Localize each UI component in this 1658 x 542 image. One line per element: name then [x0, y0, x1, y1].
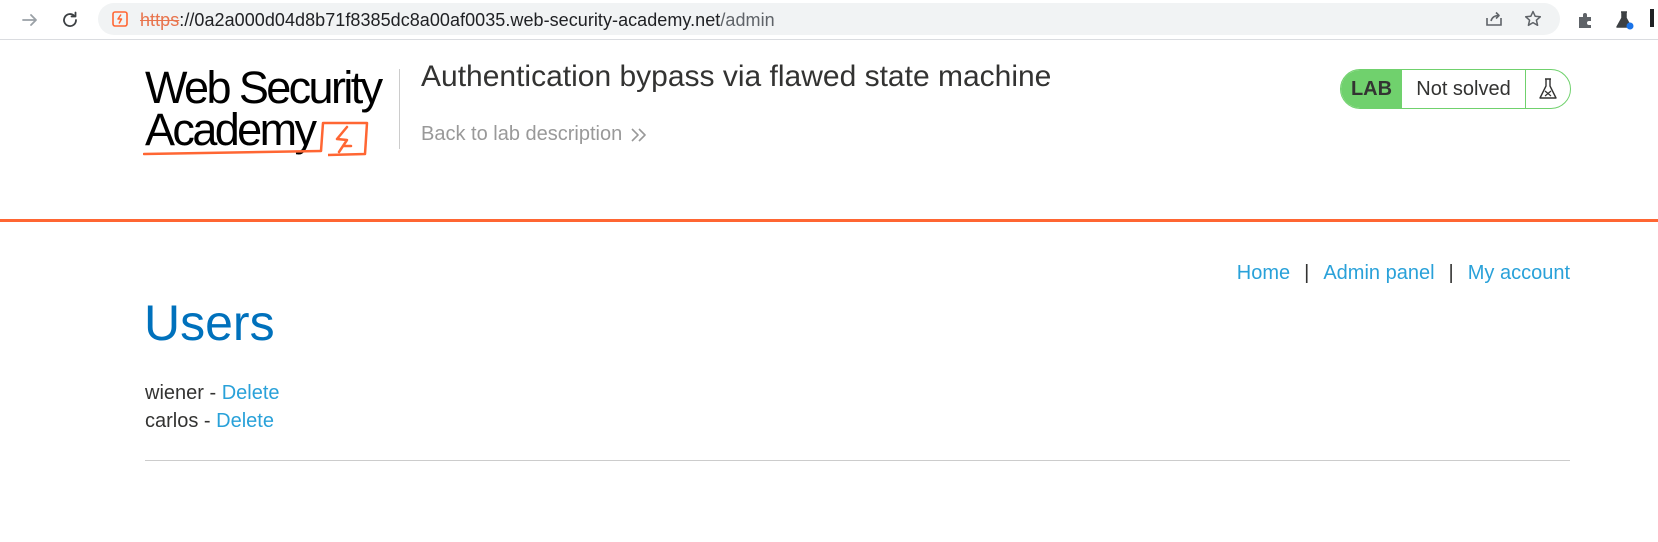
address-bar[interactable]: https://0a2a000d04d8b71f8385dc8a00af0035…: [98, 3, 1560, 35]
reload-button[interactable]: [56, 6, 84, 34]
logo-lightning-icon: [143, 121, 369, 157]
flask-button[interactable]: [1526, 70, 1570, 108]
top-nav: Home | Admin panel | My account: [1237, 262, 1570, 285]
nav-separator: |: [1448, 262, 1454, 284]
content-divider: [145, 460, 1570, 461]
delete-user-link[interactable]: Delete: [222, 382, 280, 404]
nav-my-account-link[interactable]: My account: [1468, 262, 1570, 285]
double-chevron-right-icon: [631, 127, 647, 142]
url-text: https://0a2a000d04d8b71f8385dc8a00af0035…: [140, 10, 775, 30]
list-item: carlos - Delete: [145, 407, 280, 435]
user-separator: -: [198, 410, 217, 432]
user-list: wiener - Delete carlos - Delete: [145, 379, 280, 435]
username: wiener: [145, 382, 204, 404]
lab-header: Web Security Academy Authentication bypa…: [0, 41, 1658, 222]
lab-extension-icon[interactable]: [1613, 9, 1635, 31]
url-host: ://0a2a000d04d8b71f8385dc8a00af0035.web-…: [179, 10, 721, 30]
flask-icon: [1539, 78, 1557, 99]
back-to-lab-description-link[interactable]: Back to lab description: [421, 123, 648, 146]
share-icon: [1486, 11, 1502, 26]
back-link-label: Back to lab description: [421, 123, 623, 145]
lab-title: Authentication bypass via flawed state m…: [421, 60, 1052, 93]
browser-toolbar: https://0a2a000d04d8b71f8385dc8a00af0035…: [0, 0, 1658, 40]
nav-home-link[interactable]: Home: [1237, 262, 1290, 285]
lab-status-widget: LAB Not solved: [1340, 69, 1571, 109]
header-divider: [399, 69, 400, 149]
site-favicon-icon: [112, 11, 128, 27]
share-button[interactable]: [1484, 9, 1504, 29]
lab-tag: LAB: [1341, 70, 1402, 108]
list-item: wiener - Delete: [145, 379, 280, 407]
extensions-icon[interactable]: [1575, 9, 1597, 31]
lab-status-text: Not solved: [1402, 70, 1526, 108]
user-separator: -: [203, 382, 222, 404]
url-scheme: https: [140, 10, 180, 30]
bookmark-button[interactable]: [1523, 9, 1543, 29]
page-title: Users: [144, 295, 275, 351]
reload-icon: [63, 11, 77, 27]
nav-separator: |: [1304, 262, 1310, 284]
nav-admin-panel-link[interactable]: Admin panel: [1323, 262, 1434, 285]
username: carlos: [145, 410, 199, 432]
forward-button[interactable]: [16, 6, 44, 34]
star-icon: [1524, 10, 1542, 27]
arrow-right-icon: [22, 14, 37, 26]
url-path: /admin: [720, 10, 775, 30]
toolbar-edge-icon: [1650, 9, 1654, 27]
delete-user-link[interactable]: Delete: [216, 410, 274, 432]
web-security-academy-logo[interactable]: Web Security Academy: [143, 65, 399, 160]
